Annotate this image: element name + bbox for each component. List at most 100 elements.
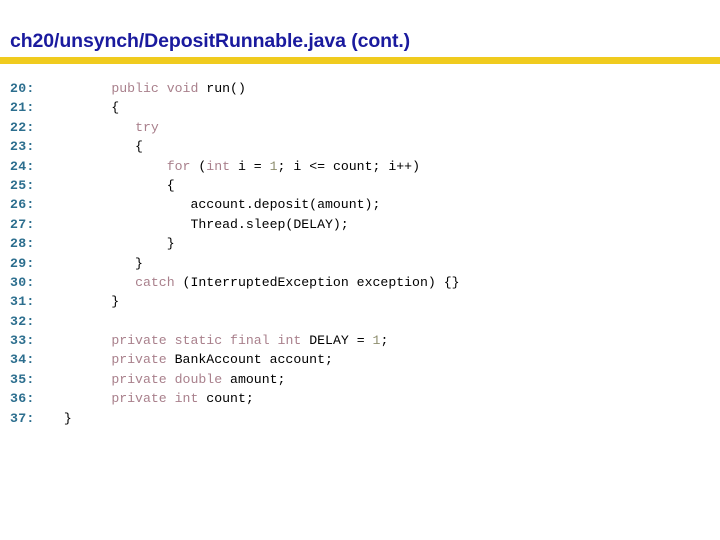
code-token-id: { [48, 139, 143, 155]
code-token-kw: private [111, 352, 167, 368]
code-line-number: 28: [10, 236, 35, 252]
code-line-text: } [48, 234, 175, 253]
code-token-id: } [48, 410, 72, 426]
code-line-number: 37: [10, 410, 35, 426]
code-line-number: 25: [10, 177, 35, 193]
code-token-id: i = [230, 158, 270, 174]
code-line: 36: private int count; [0, 389, 720, 408]
code-token-kw: catch [135, 274, 175, 290]
code-line: 29: } [0, 254, 720, 273]
code-token-punct [48, 120, 135, 135]
code-line: 37: } [0, 409, 720, 428]
code-token-kw: double [174, 371, 223, 387]
code-token-kw: int [277, 333, 302, 349]
code-line-text: { [48, 137, 143, 156]
code-token-kw: private [111, 391, 167, 407]
code-token-id: Thread.sleep(DELAY); [48, 216, 349, 232]
code-line: 30: catch (InterruptedException exceptio… [0, 273, 720, 292]
code-line-text: private BankAccount account; [48, 350, 333, 369]
code-line-number: 33: [10, 333, 35, 349]
code-token-id: } [48, 236, 175, 252]
code-line: 21: { [0, 98, 720, 117]
code-line-text: catch (InterruptedException exception) {… [48, 273, 460, 292]
code-line: 34: private BankAccount account; [0, 350, 720, 369]
code-token-punct [167, 391, 175, 406]
code-token-punct [48, 352, 111, 367]
code-token-id: amount; [222, 371, 286, 387]
code-token-kw: final [230, 333, 270, 349]
code-token-id: account.deposit(amount); [48, 197, 381, 213]
code-token-id: count; [198, 391, 254, 407]
code-listing: 20: public void run() 21: {22: try 23: {24… [0, 79, 720, 428]
code-token-kw: public [111, 81, 159, 96]
code-token-id: { [48, 177, 175, 193]
code-token-kw: int [174, 391, 199, 407]
code-line-number: 36: [10, 391, 35, 407]
code-token-kw: private [111, 371, 167, 387]
code-line-text: private double amount; [48, 370, 285, 389]
code-token-kw: try [135, 119, 159, 135]
code-token-id: BankAccount account; [166, 352, 333, 368]
title-underline-rule [0, 57, 720, 64]
code-token-id: } [48, 255, 143, 271]
code-line-text: private static final int DELAY = 1; [48, 331, 388, 350]
code-line-text: } [48, 292, 119, 311]
code-token-id: ; [380, 333, 389, 349]
code-line-number: 29: [10, 255, 35, 271]
code-line-number: 34: [10, 352, 35, 368]
code-line: 26: account.deposit(amount); [0, 195, 720, 214]
code-line: 27: Thread.sleep(DELAY); [0, 215, 720, 234]
code-line-number: 27: [10, 216, 35, 232]
code-line-text: private int count; [48, 389, 254, 408]
code-line: 22: try [0, 118, 720, 137]
code-line: 23: { [0, 137, 720, 156]
code-line-text: public void run() [48, 79, 246, 98]
code-token-punct [222, 333, 230, 348]
code-token-id: ( [190, 158, 207, 174]
code-line: 25: { [0, 176, 720, 195]
code-token-id: run() [198, 81, 246, 96]
code-line: 20: public void run() [0, 79, 720, 98]
code-line-text: for (int i = 1; i <= count; i++) [48, 157, 420, 176]
code-line-number: 30: [10, 274, 35, 290]
code-line-text: } [48, 409, 72, 428]
code-token-punct [159, 81, 167, 96]
code-line-number: 26: [10, 197, 35, 213]
code-token-punct [48, 81, 111, 96]
code-line-text: account.deposit(amount); [48, 195, 380, 214]
code-token-kw: void [166, 81, 199, 96]
code-line-text: Thread.sleep(DELAY); [48, 215, 349, 234]
code-line-number: 20: [10, 81, 35, 96]
code-token-num: 1 [269, 158, 278, 174]
code-line-text: { [48, 98, 119, 117]
page-title: ch20/unsynch/DepositRunnable.java (cont.… [10, 30, 411, 52]
code-line-number: 32: [10, 313, 35, 329]
code-token-id: (InterruptedException exception) {} [174, 274, 460, 290]
code-line: 32: [0, 312, 720, 331]
code-line-text: try [48, 118, 159, 137]
code-line-number: 21: [10, 100, 35, 116]
code-line-number: 22: [10, 119, 35, 135]
code-token-id: { [48, 100, 120, 116]
code-token-punct [48, 391, 111, 406]
code-token-punct [48, 372, 111, 387]
code-line-number: 31: [10, 294, 35, 310]
slide-header: ch20/unsynch/DepositRunnable.java (cont.… [0, 0, 720, 66]
code-line: 35: private double amount; [0, 370, 720, 389]
code-line-number: 35: [10, 371, 35, 387]
code-token-punct [48, 159, 167, 174]
code-token-punct [167, 333, 175, 348]
code-token-id: } [48, 294, 120, 310]
code-token-punct [48, 275, 135, 290]
code-line-number: 24: [10, 158, 35, 174]
code-token-id: DELAY = [301, 333, 373, 349]
code-line-number: 23: [10, 139, 35, 155]
code-token-id: ; i <= count; i++) [277, 158, 420, 174]
code-token-punct [48, 333, 111, 348]
code-token-kw: static [174, 333, 223, 349]
code-line-text: { [48, 176, 175, 195]
code-line: 28: } [0, 234, 720, 253]
code-token-kw: private [111, 333, 167, 349]
code-token-kw: int [206, 158, 231, 174]
code-line: 31: } [0, 292, 720, 311]
